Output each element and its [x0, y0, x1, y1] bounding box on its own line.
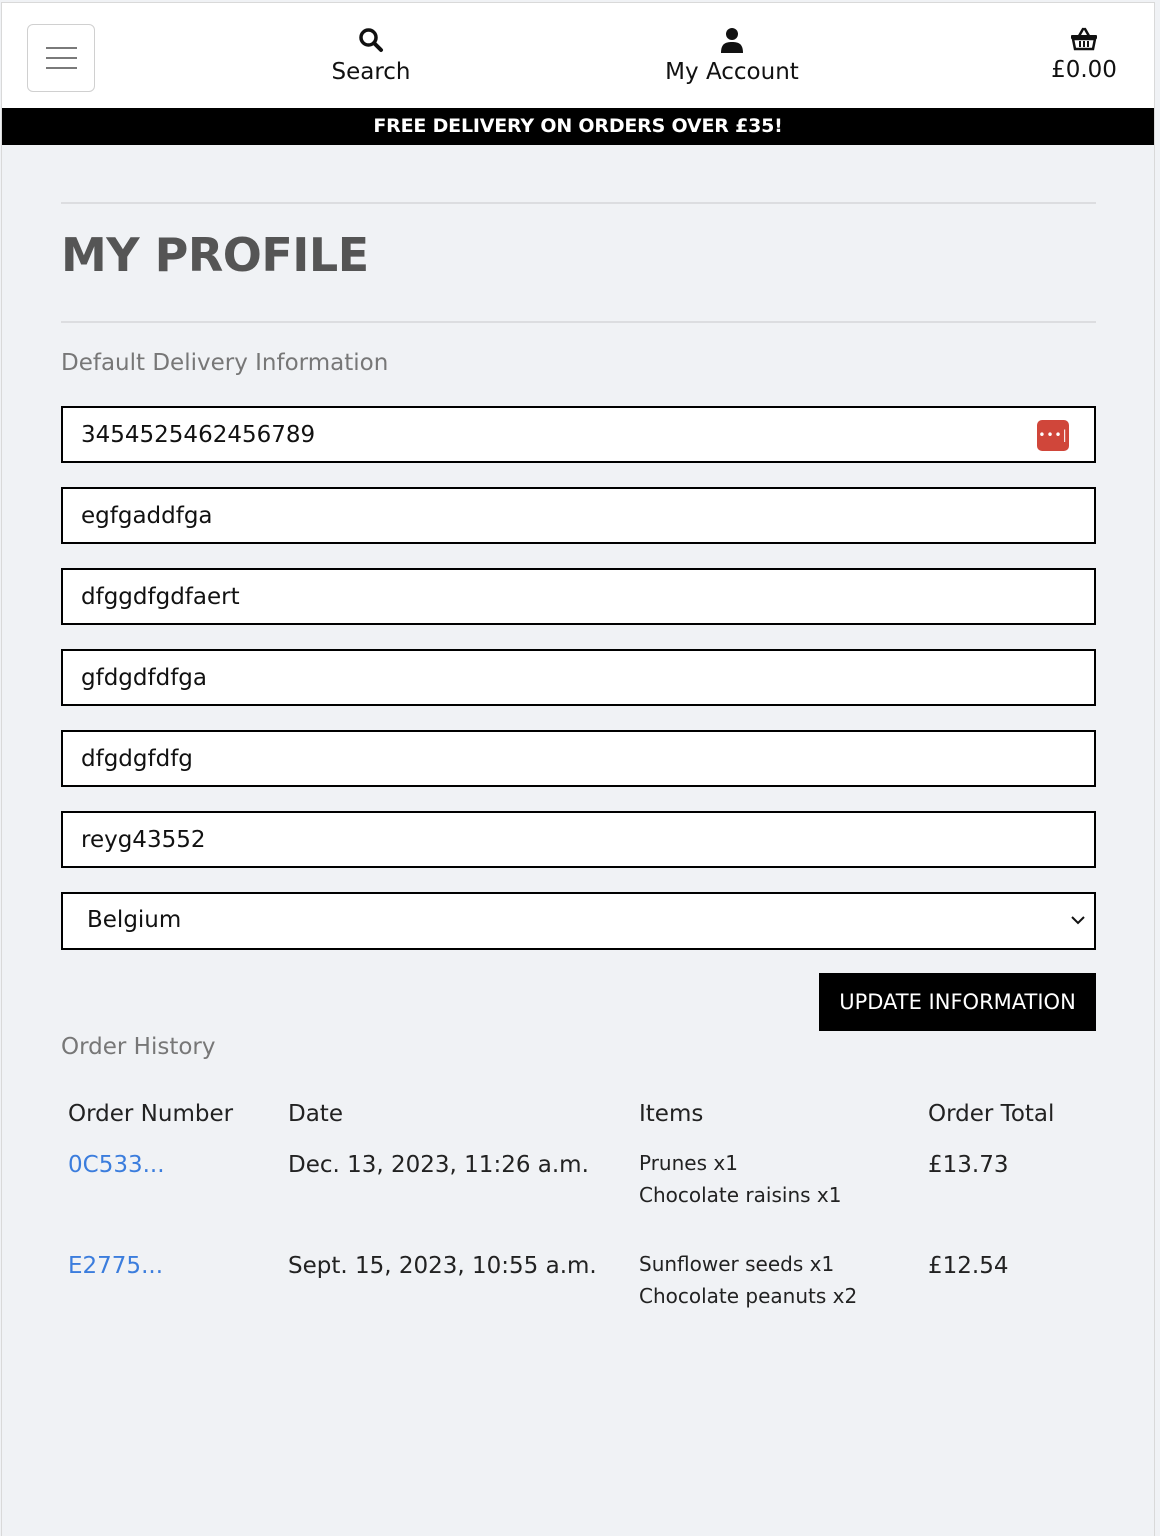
shopping-basket-icon: [1071, 27, 1097, 51]
street-address-1-input[interactable]: [63, 489, 1094, 542]
bag-total: £0.00: [1051, 57, 1117, 83]
shopping-bag-link[interactable]: £0.00: [1032, 27, 1136, 83]
order-number-link[interactable]: 0C533...: [68, 1152, 165, 1178]
search-icon: [359, 28, 383, 52]
page-title: MY PROFILE: [61, 228, 369, 282]
town-city-input[interactable]: [63, 651, 1094, 704]
phone-number-field: •••|: [61, 406, 1096, 463]
order-date: Dec. 13, 2023, 11:26 a.m.: [288, 1152, 589, 1178]
top-navigation-bar: Search My Account £0.00: [2, 2, 1154, 108]
password-manager-icon[interactable]: •••|: [1037, 420, 1069, 451]
order-item: Prunes x1: [639, 1151, 738, 1175]
postcode-field: [61, 811, 1096, 868]
town-city-field: [61, 649, 1096, 706]
my-account-label: My Account: [665, 59, 799, 85]
hamburger-line: [46, 67, 77, 69]
hamburger-menu-icon: [46, 47, 77, 49]
street-address-2-input[interactable]: [63, 570, 1094, 623]
column-header-order-total: Order Total: [928, 1101, 1055, 1127]
county-input[interactable]: [63, 732, 1094, 785]
divider: [61, 202, 1096, 204]
delivery-info-heading: Default Delivery Information: [61, 350, 389, 376]
order-number-link[interactable]: E2775...: [68, 1253, 163, 1279]
search-label: Search: [331, 59, 411, 85]
search-nav-link[interactable]: Search: [312, 27, 430, 85]
street-address-2-field: [61, 568, 1096, 625]
order-history-heading: Order History: [61, 1034, 216, 1060]
order-item: Chocolate peanuts x2: [639, 1284, 858, 1308]
county-field: [61, 730, 1096, 787]
order-date: Sept. 15, 2023, 10:55 a.m.: [288, 1253, 597, 1279]
order-item: Chocolate raisins x1: [639, 1183, 842, 1207]
menu-toggle-button[interactable]: [27, 24, 95, 92]
phone-number-input[interactable]: [63, 408, 1094, 461]
update-information-button[interactable]: UPDATE INFORMATION: [819, 973, 1096, 1031]
country-select[interactable]: Belgium: [61, 892, 1096, 950]
order-item: Sunflower seeds x1: [639, 1252, 835, 1276]
free-delivery-banner: FREE DELIVERY ON ORDERS OVER £35!: [2, 108, 1154, 145]
chevron-down-icon: [1071, 916, 1085, 925]
column-header-items: Items: [639, 1101, 704, 1127]
country-selected-value: Belgium: [87, 907, 182, 933]
divider: [61, 321, 1096, 323]
my-account-nav-link[interactable]: My Account: [642, 27, 822, 85]
column-header-order-number: Order Number: [68, 1101, 234, 1127]
column-header-date: Date: [288, 1101, 343, 1127]
order-total: £12.54: [928, 1253, 1009, 1279]
street-address-1-field: [61, 487, 1096, 544]
order-total: £13.73: [928, 1152, 1009, 1178]
user-icon: [721, 28, 743, 53]
postcode-input[interactable]: [63, 813, 1094, 866]
hamburger-line: [46, 57, 77, 59]
